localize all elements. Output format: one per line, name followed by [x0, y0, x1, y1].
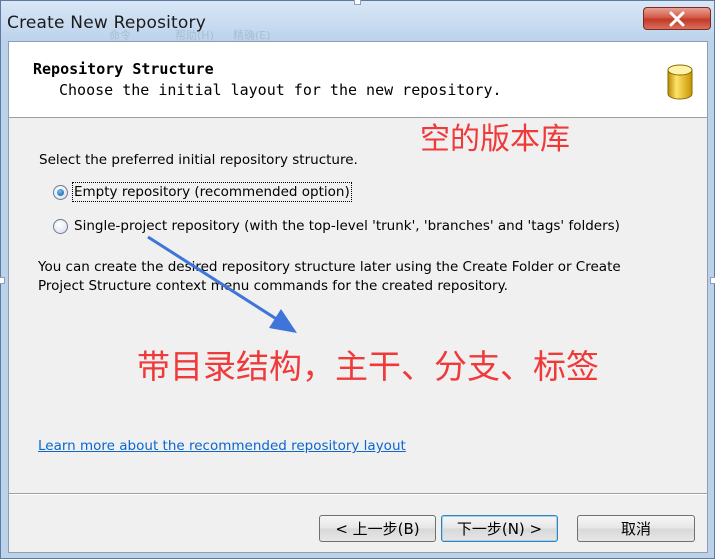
page-subtitle: Choose the initial layout for the new re…	[59, 81, 502, 99]
learn-more-link[interactable]: Learn more about the recommended reposit…	[38, 438, 406, 454]
back-button[interactable]: < 上一步(B)	[319, 515, 436, 542]
dialog-window: Create New Repository 命令 帮助(H) 精确(E) Rep…	[0, 0, 715, 559]
divider	[9, 493, 707, 495]
page-title: Repository Structure	[33, 60, 214, 78]
selection-handle	[0, 277, 5, 284]
annotation-structured-repo: 带目录结构，主干、分支、标签	[137, 347, 599, 386]
cancel-button[interactable]: 取消	[577, 515, 695, 542]
title-bar[interactable]: Create New Repository 命令 帮助(H) 精确(E)	[1, 1, 714, 42]
close-button[interactable]	[643, 7, 711, 30]
radio-button[interactable]	[53, 218, 68, 234]
database-icon	[667, 64, 693, 100]
radio-button-checked[interactable]	[53, 184, 68, 200]
radio-empty-repository[interactable]: Empty repository (recommended option)	[53, 181, 352, 203]
info-text: You can create the desired repository st…	[38, 258, 621, 296]
dialog-content: Repository Structure Choose the initial …	[8, 41, 708, 553]
selection-handle	[710, 277, 715, 284]
info-line: You can create the desired repository st…	[38, 259, 621, 275]
radio-single-project-repository[interactable]: Single-project repository (with the top-…	[53, 215, 620, 237]
radio-label: Single-project repository (with the top-…	[74, 218, 620, 234]
radio-label: Empty repository (recommended option)	[72, 182, 352, 202]
selection-handle	[354, 0, 361, 5]
structure-prompt: Select the preferred initial repository …	[39, 152, 358, 168]
wizard-header: Repository Structure Choose the initial …	[9, 42, 707, 118]
next-button[interactable]: 下一步(N) >	[441, 515, 558, 542]
info-line: Project Structure context menu commands …	[38, 278, 508, 294]
annotation-empty-repo: 空的版本库	[420, 122, 570, 157]
close-icon	[669, 11, 685, 27]
